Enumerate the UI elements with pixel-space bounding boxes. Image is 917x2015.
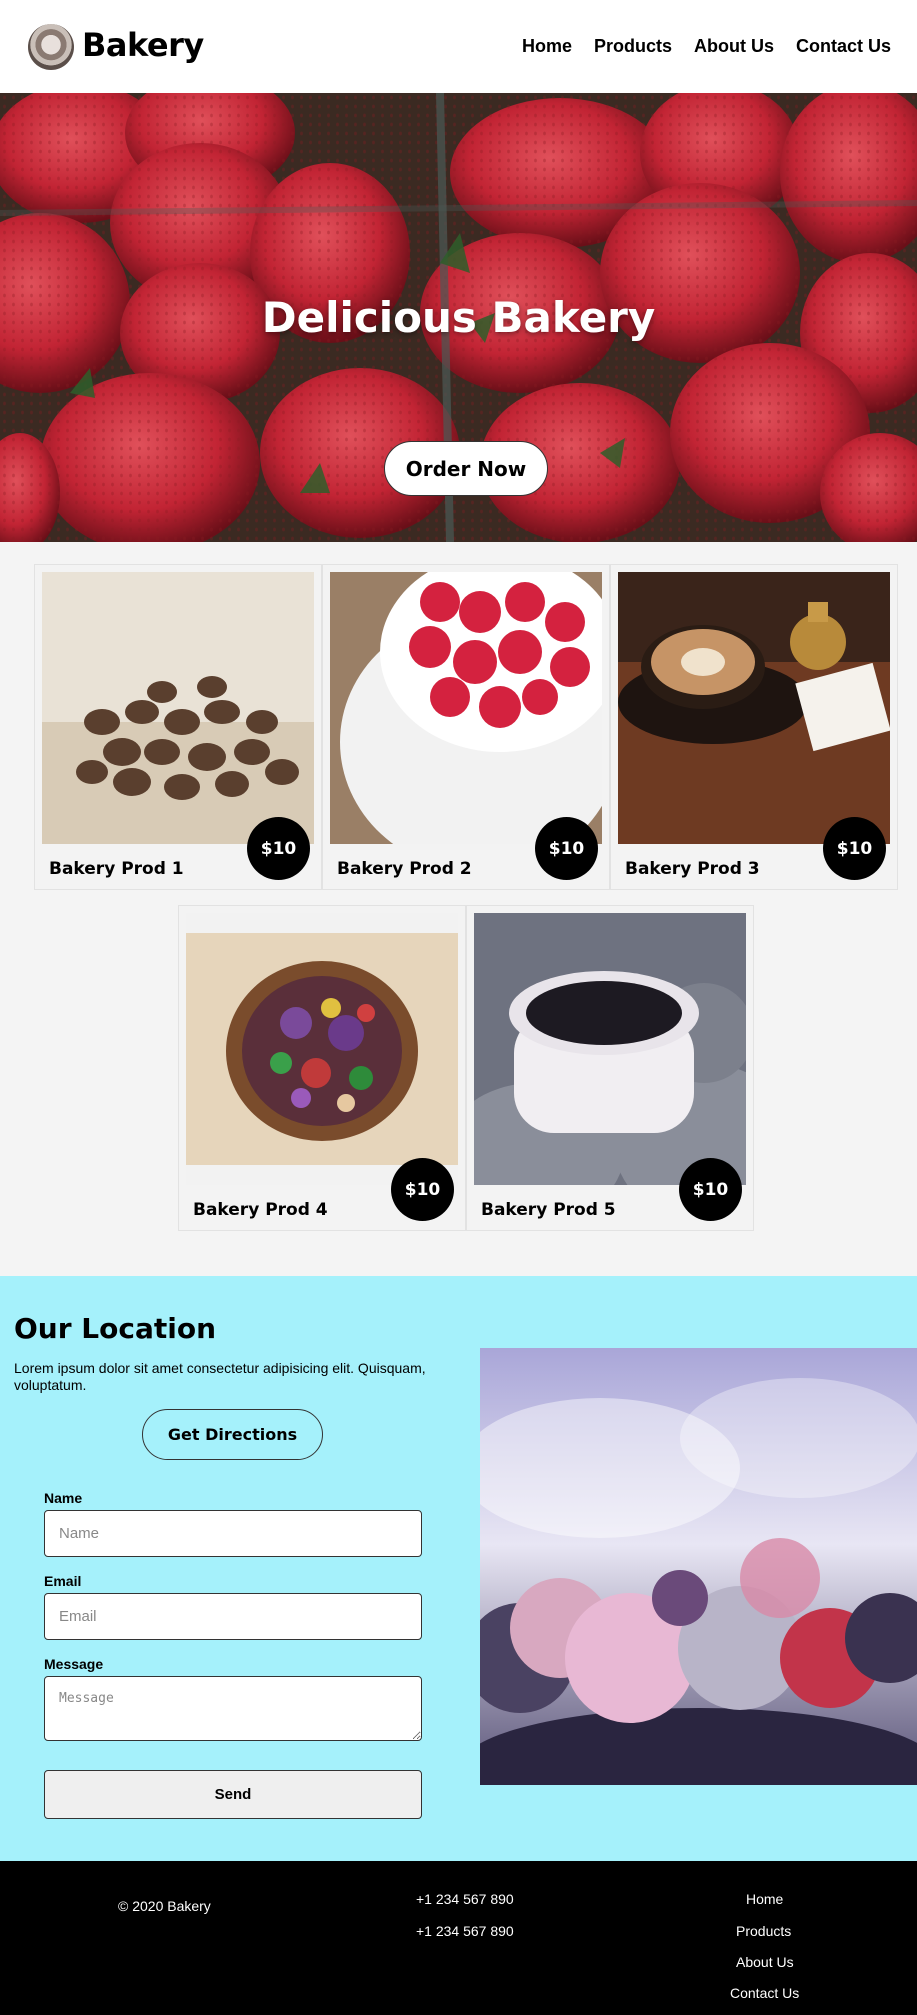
location-title: Our Location [14, 1312, 217, 1345]
product-image-coffee-mug-knit [474, 913, 746, 1185]
footer-link-products[interactable]: Products [736, 1923, 791, 1939]
price-badge: $10 [535, 817, 598, 880]
phone-number: +1 234 567 890 [416, 1891, 514, 1907]
price-badge: $10 [247, 817, 310, 880]
product-card[interactable]: Bakery Prod 3 $10 [610, 564, 898, 890]
logo-avatar[interactable] [28, 24, 74, 70]
hero-title: Delicious Bakery [261, 293, 656, 342]
footer-link-about-us[interactable]: About Us [736, 1954, 794, 1970]
product-card[interactable]: Bakery Prod 2 $10 [322, 564, 610, 890]
product-card[interactable]: Bakery Prod 4 $10 [178, 905, 466, 1231]
hero-section: Delicious Bakery Order Now [0, 93, 917, 542]
phone-number: +1 234 567 890 [416, 1923, 514, 1939]
product-image-salad-bowl [186, 913, 458, 1185]
email-label: Email [44, 1573, 82, 1589]
location-section: Our Location Lorem ipsum dolor sit amet … [0, 1276, 917, 1861]
product-name: Bakery Prod 3 [625, 859, 760, 879]
copyright-text: © 2020 Bakery [118, 1898, 211, 1914]
footer-link-home[interactable]: Home [746, 1891, 783, 1907]
products-section: Bakery Prod 1 $10 Bakery Prod 2 $10 Bake… [0, 542, 917, 1276]
name-field[interactable] [44, 1510, 422, 1557]
nav-home[interactable]: Home [522, 36, 572, 57]
product-image-coffee-beans [42, 572, 314, 844]
price-badge: $10 [679, 1158, 742, 1221]
product-name: Bakery Prod 5 [481, 1200, 616, 1220]
message-field[interactable] [44, 1676, 422, 1741]
product-name: Bakery Prod 1 [49, 859, 184, 879]
location-description: Lorem ipsum dolor sit amet consectetur a… [14, 1360, 426, 1393]
get-directions-button[interactable]: Get Directions [142, 1409, 323, 1460]
product-name: Bakery Prod 2 [337, 859, 472, 879]
product-card[interactable]: Bakery Prod 1 $10 [34, 564, 322, 890]
name-label: Name [44, 1490, 83, 1506]
product-name: Bakery Prod 4 [193, 1200, 328, 1220]
message-label: Message [44, 1656, 104, 1672]
price-badge: $10 [823, 817, 886, 880]
product-image-latte-cup [618, 572, 890, 844]
nav-products[interactable]: Products [594, 36, 672, 57]
order-now-button[interactable]: Order Now [384, 441, 548, 496]
nav-about-us[interactable]: About Us [694, 36, 774, 57]
footer-link-contact-us[interactable]: Contact Us [730, 1985, 799, 2001]
product-image-raspberries-cup [330, 572, 602, 844]
brand-name[interactable]: Bakery [82, 26, 204, 64]
nav-contact-us[interactable]: Contact Us [796, 36, 891, 57]
main-nav: Home Products About Us Contact Us [500, 36, 891, 57]
frozen-berries-image [480, 1348, 917, 1785]
site-footer: © 2020 Bakery +1 234 567 890 +1 234 567 … [0, 1861, 917, 2015]
send-button[interactable]: Send [44, 1770, 422, 1819]
site-header: Bakery Home Products About Us Contact Us [0, 0, 917, 93]
product-card[interactable]: Bakery Prod 5 $10 [466, 905, 754, 1231]
email-field[interactable] [44, 1593, 422, 1640]
price-badge: $10 [391, 1158, 454, 1221]
